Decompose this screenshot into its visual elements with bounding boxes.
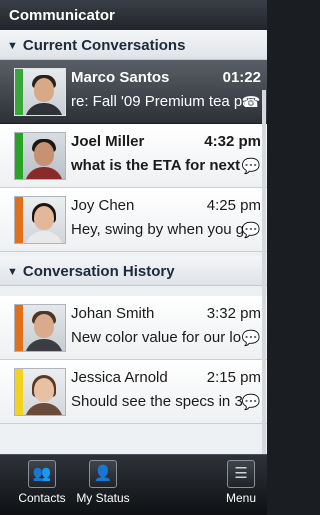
chat-bubble-icon[interactable]: 💬 [241, 394, 261, 412]
section-label-history: Conversation History [22, 263, 175, 280]
chat-bubble-icon[interactable]: 💬 [241, 222, 261, 240]
avatar-photo [23, 133, 65, 179]
section-label-current: Current Conversations [22, 37, 186, 54]
presence-indicator [15, 133, 23, 179]
presence-indicator [15, 197, 23, 243]
avatar-photo [23, 369, 65, 415]
section-header-history[interactable]: ▼ Conversation History [0, 256, 267, 286]
conversation-preview: Hey, swing by when you get ... [71, 221, 245, 238]
contacts-label: Contacts [18, 491, 66, 505]
contact-name: Jessica Arnold [71, 369, 168, 386]
conversation-time: 4:25 pm [206, 197, 261, 214]
conversation-time: 4:32 pm [204, 133, 261, 150]
avatar [14, 304, 66, 352]
bottom-toolbar: 👥 Contacts 👤 My Status ☰ Menu [0, 454, 267, 515]
contact-name: Marco Santos [71, 69, 170, 86]
avatar [14, 196, 66, 244]
avatar-photo [23, 69, 65, 115]
phone-icon[interactable]: ☎ [241, 94, 261, 112]
menu-button[interactable]: ☰ Menu [219, 460, 263, 514]
avatar [14, 368, 66, 416]
contacts-icon: 👥 [28, 460, 56, 488]
chat-bubble-icon[interactable]: 💬 [241, 158, 261, 176]
presence-indicator [15, 305, 23, 351]
conversation-row-joel-miller[interactable]: Joel Miller 4:32 pm what is the ETA for … [0, 124, 267, 188]
my-status-label: My Status [76, 491, 130, 505]
my-status-button[interactable]: 👤 My Status [74, 460, 132, 514]
menu-label: Menu [225, 491, 257, 505]
presence-indicator [15, 369, 23, 415]
conversation-time: 2:15 pm [206, 369, 261, 386]
avatar-photo [23, 197, 65, 243]
avatar-photo [23, 305, 65, 351]
communicator-app: Communicator ▼ Current Conversations Marc… [0, 0, 267, 515]
conversation-time: 3:32 pm [206, 305, 261, 322]
contacts-button[interactable]: 👥 Contacts [14, 460, 70, 514]
section-header-current[interactable]: ▼ Current Conversations [0, 30, 267, 60]
collapse-triangle-icon: ▼ [7, 266, 18, 278]
conversation-preview: what is the ETA for next .... [71, 157, 245, 174]
conversation-preview: re: Fall '09 Premium tea pack... [71, 93, 245, 110]
contact-name: Joel Miller [71, 133, 145, 150]
conversation-row-johan-smith[interactable]: Johan Smith 3:32 pm New color value for … [0, 296, 267, 360]
avatar [14, 68, 66, 116]
person-icon: 👤 [89, 460, 117, 488]
presence-indicator [15, 69, 23, 115]
contact-name: Joy Chen [71, 197, 135, 214]
conversation-preview: New color value for our lo .... [71, 329, 245, 346]
conversation-list: ▼ Current Conversations Marco Santos 01:2… [0, 30, 267, 454]
contact-name: Johan Smith [71, 305, 155, 322]
scrollbar[interactable] [262, 90, 266, 454]
chat-bubble-icon[interactable]: 💬 [241, 330, 261, 348]
app-title: Communicator [0, 0, 267, 30]
conversation-preview: Should see the specs in 30 .... [71, 393, 245, 410]
collapse-triangle-icon: ▼ [7, 40, 18, 52]
menu-icon: ☰ [227, 460, 255, 488]
conversation-row-jessica-arnold[interactable]: Jessica Arnold 2:15 pm Should see the sp… [0, 360, 267, 424]
conversation-time: 01:22 [222, 69, 261, 86]
conversation-row-joy-chen[interactable]: Joy Chen 4:25 pm Hey, swing by when you … [0, 188, 267, 252]
avatar [14, 132, 66, 180]
conversation-row-marco-santos[interactable]: Marco Santos 01:22 re: Fall '09 Premium … [0, 60, 267, 124]
